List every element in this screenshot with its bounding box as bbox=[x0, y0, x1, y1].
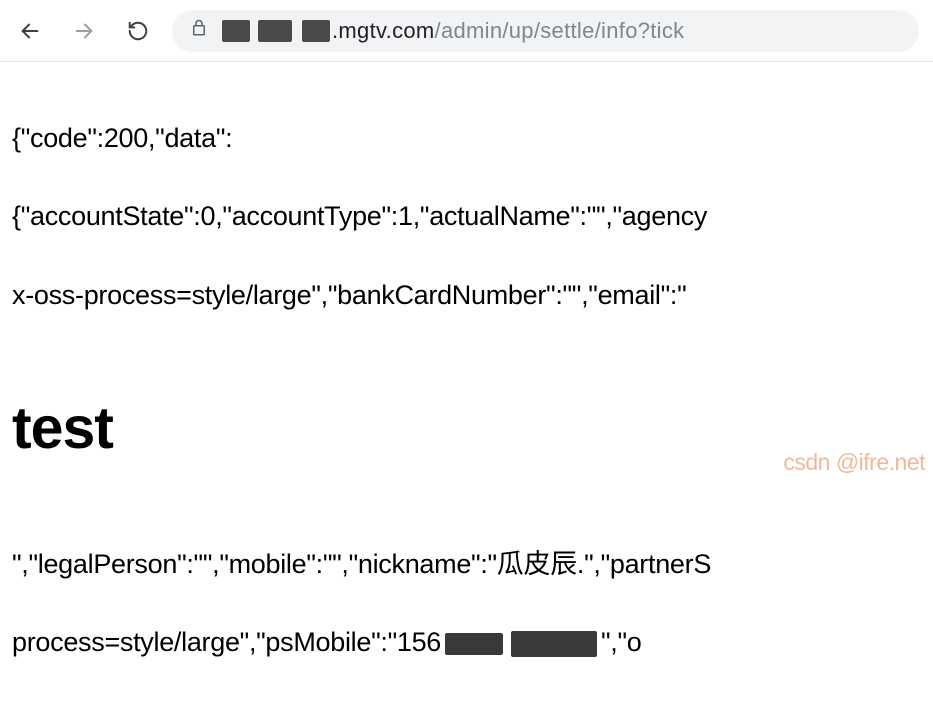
forward-button[interactable] bbox=[68, 15, 100, 47]
page-content: {"code":200,"data": {"accountState":0,"a… bbox=[0, 62, 933, 701]
url-domain: .mgtv.com bbox=[332, 18, 435, 44]
url-path: /admin/up/settle/info?tick bbox=[435, 18, 685, 44]
back-button[interactable] bbox=[14, 15, 46, 47]
redacted-subdomain-2 bbox=[258, 20, 292, 42]
address-bar[interactable]: .mgtv.com/admin/up/settle/info?tick bbox=[172, 10, 919, 52]
arrow-right-icon bbox=[73, 20, 95, 42]
browser-toolbar: .mgtv.com/admin/up/settle/info?tick bbox=[0, 0, 933, 62]
url-text: .mgtv.com/admin/up/settle/info?tick bbox=[222, 18, 684, 44]
json-line: {"accountState":0,"accountType":1,"actua… bbox=[12, 197, 923, 236]
watermark: csdn @ifre.net bbox=[783, 449, 925, 476]
lock-icon bbox=[190, 19, 208, 42]
json-line: x-oss-process=style/large","bankCardNumb… bbox=[12, 276, 923, 315]
reload-button[interactable] bbox=[122, 15, 154, 47]
json-line: process=style/large","psMobile":"156","o bbox=[12, 623, 923, 662]
json-line: {"code":200,"data": bbox=[12, 119, 923, 158]
redacted-number bbox=[511, 631, 597, 657]
reload-icon bbox=[127, 20, 149, 42]
redacted-number bbox=[445, 633, 503, 655]
redacted-subdomain-3 bbox=[302, 20, 330, 42]
json-line: ","legalPerson":"","mobile":"","nickname… bbox=[12, 545, 923, 584]
arrow-left-icon bbox=[19, 20, 41, 42]
redacted-subdomain-1 bbox=[222, 20, 250, 42]
nav-buttons bbox=[14, 15, 154, 47]
